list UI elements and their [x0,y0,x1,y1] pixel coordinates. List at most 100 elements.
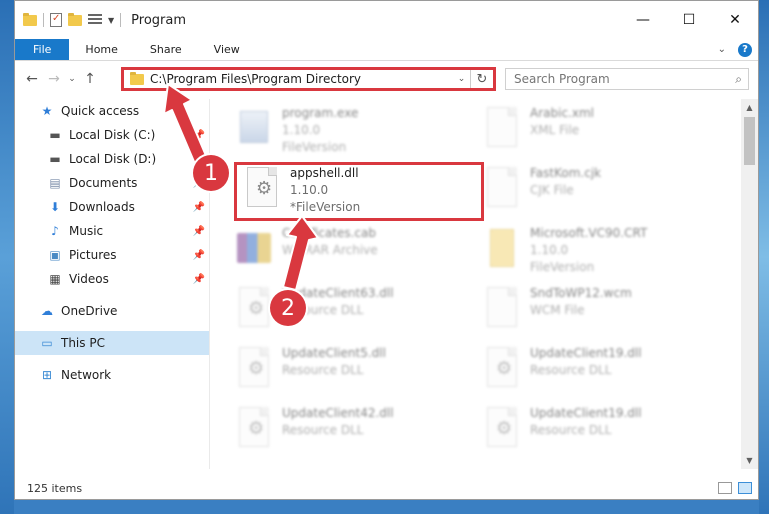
file-item[interactable]: UpdateClient19.dll Resource DLL [482,345,722,405]
nav-network[interactable]: ⊞ Network [15,363,209,387]
search-icon[interactable]: ⌕ [735,72,742,87]
drive-icon: ▬ [49,152,61,166]
close-icon[interactable]: ✕ [712,1,758,39]
recent-locations-icon[interactable]: ⌄ [65,68,79,90]
nav-item-label: Videos [69,272,109,286]
file-item[interactable]: Microsoft.VC90.CRT 1.10.0 FileVersion [482,225,722,285]
file-detail: FileVersion [282,140,347,154]
window-title: Program [131,12,187,28]
pin-icon[interactable]: 📌 [193,250,205,261]
scroll-down-icon[interactable]: ▼ [741,452,758,469]
view-options-icon[interactable] [88,14,102,26]
maximize-icon[interactable]: ☐ [666,1,712,39]
file-name: Certificates.cab [282,226,376,240]
nav-documents[interactable]: ▤ Documents 📌 [15,171,209,195]
minimize-icon[interactable]: — [620,1,666,39]
file-name: appshell.dll [290,166,359,180]
file-name: UpdateClient42.dll [282,406,394,420]
search-input[interactable]: Search Program ⌕ [505,68,749,90]
file-item[interactable]: UpdateClient42.dll Resource DLL [234,405,474,465]
help-icon[interactable]: ? [738,42,752,57]
vertical-scrollbar[interactable]: ▲ ▼ [741,99,758,469]
file-item[interactable]: UpdateClient5.dll Resource DLL [234,345,474,405]
ribbon-tabs: File Home Share View ⌄ ? [15,39,758,61]
file-item[interactable]: Certificates.cab WinRAR Archive [234,225,474,285]
forward-arrow-icon[interactable]: → [43,68,65,90]
file-name: Arabic.xml [530,106,594,120]
file-item-appshell[interactable]: appshell.dll 1.10.0 *FileVersion [242,165,482,225]
file-item[interactable]: Arabic.xml XML File [482,105,722,165]
folder-icon [130,71,144,85]
expand-ribbon-icon[interactable]: ⌄ [718,44,726,55]
scrollbar-thumb[interactable] [744,117,755,165]
file-item[interactable]: UpdateClient19.dll Resource DLL [482,405,722,465]
address-path[interactable]: C:\Program Files\Program Directory [150,72,361,86]
file-item[interactable]: FastKom.cjk CJK File [482,165,722,225]
file-item[interactable]: SndToWP12.wcm WCM File [482,285,722,345]
item-count: 125 items [27,481,83,495]
status-bar: 125 items [15,477,758,499]
drive-icon: ▬ [49,128,61,142]
tiles-view-icon[interactable] [738,482,752,494]
document-icon [487,107,517,147]
title-bar: ▼ Program — ☐ ✕ [15,1,758,39]
nav-downloads[interactable]: ⬇ Downloads 📌 [15,195,209,219]
nav-item-label: Music [69,224,104,238]
nav-this-pc[interactable]: ▭ This PC [15,331,209,355]
file-detail: 1.10.0 [290,183,329,197]
tab-view[interactable]: View [198,39,256,60]
archive-icon [237,233,271,263]
tab-home[interactable]: Home [69,39,133,60]
file-detail: 1.10.0 [282,123,321,137]
refresh-icon[interactable]: ↻ [471,72,493,87]
manifest-icon [490,229,514,267]
dll-gear-icon [239,287,269,327]
document-icon [487,167,517,207]
scroll-up-icon[interactable]: ▲ [741,99,758,116]
pin-icon[interactable]: 📌 [193,274,205,285]
file-name: SndToWP12.wcm [530,286,632,300]
nav-pictures[interactable]: ▣ Pictures 📌 [15,243,209,267]
nav-onedrive[interactable]: ☁ OneDrive [15,299,209,323]
back-arrow-icon[interactable]: ← [21,68,43,90]
file-detail: *FileVersion [290,200,361,214]
window-controls: — ☐ ✕ [620,1,758,39]
nav-music[interactable]: ♪ Music 📌 [15,219,209,243]
properties-icon[interactable] [50,13,62,27]
music-note-icon: ♪ [51,224,59,238]
address-dropdown-icon[interactable]: ⌄ [453,70,471,88]
up-arrow-icon[interactable]: ↑ [79,68,101,90]
new-folder-icon[interactable] [68,12,82,26]
file-item[interactable]: UpdateClient63.dll Resource DLL [234,285,474,345]
toolbar-separator [43,13,44,27]
tab-file[interactable]: File [15,39,70,60]
ribbon-right: ⌄ ? [718,39,758,60]
file-detail: Resource DLL [530,423,612,437]
pin-icon[interactable]: 📌 [193,202,205,213]
file-name: Microsoft.VC90.CRT [530,226,648,240]
tab-share[interactable]: Share [134,39,198,60]
pictures-icon: ▣ [49,248,61,262]
nav-local-disk-c[interactable]: ▬ Local Disk (C:) 📌 [15,123,209,147]
toolbar-separator [120,13,122,27]
folder-icon[interactable] [23,12,37,26]
nav-videos[interactable]: ▦ Videos 📌 [15,267,209,291]
file-name: UpdateClient19.dll [530,346,642,360]
file-name: FastKom.cjk [530,166,602,180]
nav-quick-access[interactable]: ★ Quick access [15,99,209,123]
file-item[interactable]: program.exe 1.10.0 FileVersion [234,105,474,165]
cloud-icon: ☁ [41,304,53,318]
nav-local-disk-d[interactable]: ▬ Local Disk (D:) 📌 [15,147,209,171]
address-bar[interactable]: C:\Program Files\Program Directory ⌄ ↻ [121,67,496,91]
nav-item-label: Documents [69,176,138,190]
navigation-pane: ★ Quick access ▬ Local Disk (C:) 📌 ▬ Loc… [15,99,209,469]
document-icon [487,287,517,327]
pin-icon[interactable]: 📌 [193,130,205,141]
details-view-icon[interactable] [718,482,732,494]
customize-toolbar-icon[interactable]: ▼ [108,16,114,25]
file-detail: Resource DLL [282,363,364,377]
pin-icon[interactable]: 📌 [193,226,205,237]
computer-icon: ▭ [41,336,53,350]
